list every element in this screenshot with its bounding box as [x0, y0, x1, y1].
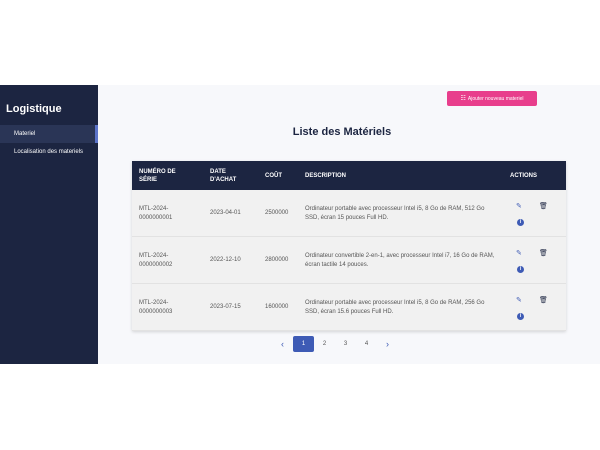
cell-serie: MTL-2024-0000000001 [139, 205, 173, 221]
page-2-button[interactable]: 2 [314, 336, 335, 352]
page-3-button[interactable]: 3 [335, 336, 356, 352]
sidebar: Logistique Materiel Localisation des mat… [0, 85, 98, 364]
edit-icon[interactable]: ✎ [516, 202, 522, 210]
cell-description: Ordinateur convertible 2-en-1, avec proc… [305, 252, 495, 268]
info-icon[interactable]: i [517, 266, 524, 273]
cell-serie: MTL-2024-0000000003 [139, 299, 173, 315]
table-row: MTL-2024-0000000001 2023-04-01 2500000 O… [132, 190, 566, 237]
table-row: MTL-2024-0000000003 2023-07-15 1600000 O… [132, 284, 566, 331]
sidebar-title: Logistique [6, 103, 62, 115]
trash-icon[interactable]: 🗑 [539, 202, 548, 210]
app: Logistique Materiel Localisation des mat… [0, 85, 600, 364]
header-actions: ACTIONS [510, 172, 537, 179]
sidebar-item-localisation[interactable]: Localisation des materiels [0, 143, 98, 161]
cell-cout: 2500000 [265, 210, 289, 216]
cell-serie: MTL-2024-0000000002 [139, 252, 173, 268]
materiel-table: NUMÉRO DE SÉRIE DATE D'ACHAT COÛT DESCRI… [132, 161, 566, 331]
add-materiel-button[interactable]: ☷ Ajouter nouveau materiel [447, 91, 537, 106]
info-icon[interactable]: i [517, 313, 524, 320]
table-header: NUMÉRO DE SÉRIE DATE D'ACHAT COÛT DESCRI… [132, 161, 566, 190]
cell-description: Ordinateur portable avec processeur Inte… [305, 205, 485, 221]
header-cout: COÛT [265, 172, 282, 179]
trash-icon[interactable]: 🗑 [539, 296, 548, 304]
trash-icon[interactable]: 🗑 [539, 249, 548, 257]
header-date: DATE D'ACHAT [210, 168, 237, 183]
cell-description: Ordinateur portable avec processeur Inte… [305, 299, 485, 315]
info-icon[interactable]: i [517, 219, 524, 226]
prev-page-button[interactable]: ‹ [272, 336, 293, 352]
page-title: Liste des Matériels [292, 126, 392, 138]
edit-icon[interactable]: ✎ [516, 296, 522, 304]
page-1-button[interactable]: 1 [293, 336, 314, 352]
edit-icon[interactable]: ✎ [516, 249, 522, 257]
sidebar-item-materiel[interactable]: Materiel [0, 125, 98, 143]
header-serie: NUMÉRO DE SÉRIE [139, 168, 176, 183]
next-page-button[interactable]: › [377, 336, 398, 352]
cell-cout: 1600000 [265, 304, 289, 310]
cell-date: 2023-04-01 [210, 210, 241, 216]
cell-cout: 2800000 [265, 257, 289, 263]
page-4-button[interactable]: 4 [356, 336, 377, 352]
cell-date: 2022-12-10 [210, 257, 241, 263]
header-description: DESCRIPTION [305, 172, 347, 179]
list-icon: ☷ [460, 96, 466, 102]
table-row: MTL-2024-0000000002 2022-12-10 2800000 O… [132, 237, 566, 284]
add-materiel-label: Ajouter nouveau materiel [467, 95, 524, 102]
cell-date: 2023-07-15 [210, 304, 241, 310]
main-content: ☷ Ajouter nouveau materiel Liste des Mat… [98, 85, 600, 364]
pagination: ‹ 1 2 3 4 › [272, 336, 398, 352]
